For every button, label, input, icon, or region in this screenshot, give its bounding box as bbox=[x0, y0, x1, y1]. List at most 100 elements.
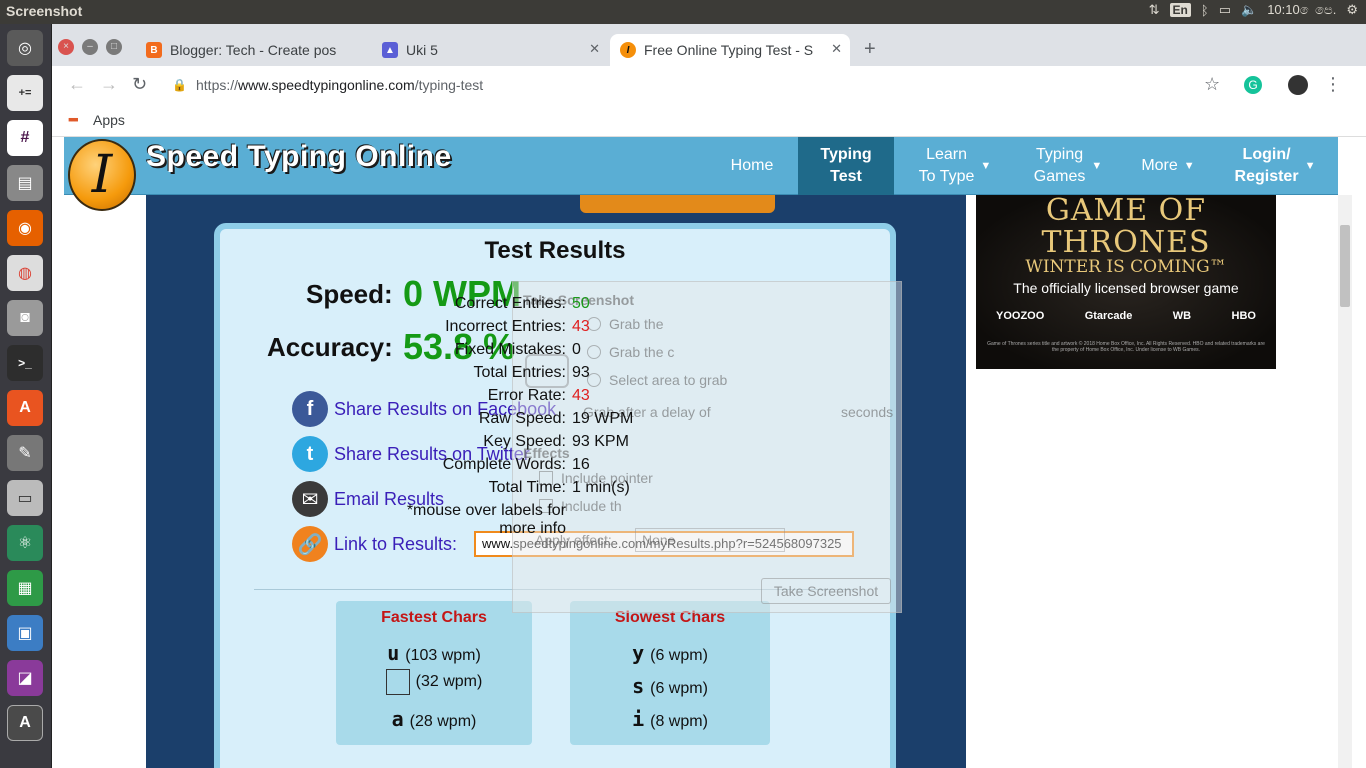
grammarly-icon[interactable]: G bbox=[1244, 76, 1262, 94]
stat-label[interactable]: Complete Words: bbox=[443, 456, 566, 474]
network-icon[interactable]: ⇅ bbox=[1149, 2, 1160, 18]
note-line: *mouse over labels for bbox=[406, 502, 566, 519]
calculator-icon[interactable]: += bbox=[7, 75, 43, 111]
apps-grid-icon[interactable]: ▪▪▪ bbox=[68, 111, 79, 127]
nav-learn-to-type[interactable]: Learn To Type ▼ bbox=[910, 137, 1000, 195]
tab-title: Blogger: Tech - Create pos bbox=[170, 42, 337, 58]
address-bar[interactable]: 🔒 https://www.speedtypingonline.com/typi… bbox=[164, 70, 1314, 100]
nav-typing-games[interactable]: Typing Games ▼ bbox=[1024, 137, 1112, 195]
bluetooth-icon[interactable]: ᛒ bbox=[1201, 3, 1209, 18]
page-scrollbar[interactable] bbox=[1338, 195, 1352, 768]
close-window-icon[interactable]: × bbox=[58, 39, 74, 55]
gear-icon[interactable]: ⚙ bbox=[1346, 2, 1358, 18]
stat-value: 93 KPM bbox=[572, 433, 629, 450]
stat-label[interactable]: Total Entries: bbox=[474, 364, 566, 382]
take-screenshot-button[interactable]: Take Screenshot bbox=[761, 578, 891, 604]
nav-label: Register bbox=[1234, 168, 1299, 185]
updater-icon[interactable]: A bbox=[7, 705, 43, 741]
slack-icon[interactable]: # bbox=[7, 120, 43, 156]
char-rate: (32 wpm) bbox=[415, 673, 483, 691]
nav-more[interactable]: More ▼ bbox=[1130, 137, 1206, 195]
spreadsheet-icon[interactable]: ▦ bbox=[7, 570, 43, 606]
profile-avatar[interactable] bbox=[1288, 75, 1308, 95]
stat-value: 93 bbox=[572, 364, 590, 381]
stat-label[interactable]: Fixed Mistakes: bbox=[455, 341, 566, 359]
minimize-window-icon[interactable]: – bbox=[82, 39, 98, 55]
active-app-name: Screenshot bbox=[6, 3, 83, 19]
twitter-icon[interactable]: t bbox=[292, 436, 328, 472]
clock[interactable]: 10:10 ෙපෙ. bbox=[1267, 2, 1336, 18]
dash-icon[interactable]: ◎ bbox=[7, 30, 43, 66]
nav-label: Typing bbox=[820, 146, 872, 163]
stat-label[interactable]: Error Rate: bbox=[488, 387, 566, 405]
close-tab-icon[interactable]: ✕ bbox=[831, 41, 842, 57]
drive-icon[interactable]: ▭ bbox=[7, 480, 43, 516]
slowest-char-row: s (6 wpm) bbox=[570, 674, 770, 698]
fastest-char-row: (32 wpm) bbox=[336, 669, 532, 695]
yoozoo-logo: YOOZOO bbox=[996, 310, 1045, 322]
site-logo-icon[interactable]: I bbox=[68, 139, 136, 211]
atom-icon[interactable]: ⚛ bbox=[7, 525, 43, 561]
files-icon[interactable]: ▤ bbox=[7, 165, 43, 201]
personalize-results-button[interactable] bbox=[580, 193, 775, 213]
tab-blogger[interactable]: B Blogger: Tech - Create pos bbox=[136, 34, 370, 66]
settings-icon[interactable]: ✎ bbox=[7, 435, 43, 471]
site-logo-text[interactable]: Speed Typing Online bbox=[146, 140, 452, 174]
stat-label[interactable]: Raw Speed: bbox=[479, 410, 566, 428]
apps-bookmark[interactable]: Apps bbox=[93, 112, 125, 128]
slowest-char-row: y (6 wpm) bbox=[570, 641, 770, 665]
dropdown-arrow-icon: ▼ bbox=[1091, 160, 1103, 172]
char-glyph: y bbox=[632, 641, 645, 665]
volume-icon[interactable]: 🔈 bbox=[1241, 2, 1257, 18]
tab-uki[interactable]: ▲ Uki 5 ✕ bbox=[372, 34, 608, 66]
stat-label[interactable]: Correct Entries: bbox=[455, 295, 566, 313]
stat-label[interactable]: Total Time: bbox=[489, 479, 566, 497]
stat-value: 50 bbox=[572, 295, 590, 312]
keyboard-layout-indicator[interactable]: En bbox=[1169, 3, 1191, 17]
nav-login-register[interactable]: Login/Register ▼ bbox=[1220, 137, 1330, 195]
nav-home[interactable]: Home bbox=[708, 137, 796, 195]
screenshot-app-icon[interactable]: ◙ bbox=[7, 300, 43, 336]
nav-label: Typing bbox=[1035, 146, 1084, 163]
firefox-icon[interactable]: ◉ bbox=[7, 210, 43, 246]
results-title: Test Results bbox=[484, 237, 626, 264]
stat-row: Error Rate: 43 bbox=[432, 387, 732, 409]
lock-icon[interactable]: 🔒 bbox=[172, 70, 187, 100]
terminal-icon[interactable]: >_ bbox=[7, 345, 43, 381]
stat-label[interactable]: Key Speed: bbox=[483, 433, 566, 451]
software-center-icon[interactable]: A bbox=[7, 390, 43, 426]
back-icon[interactable]: ← bbox=[68, 74, 86, 95]
reload-icon[interactable]: ↻ bbox=[132, 74, 147, 95]
classroom-icon: ▲ bbox=[382, 42, 398, 58]
document-viewer-icon[interactable]: ▣ bbox=[7, 615, 43, 651]
facebook-icon[interactable]: f bbox=[292, 391, 328, 427]
stat-label[interactable]: Incorrect Entries: bbox=[445, 318, 566, 336]
new-tab-button[interactable]: + bbox=[864, 38, 876, 61]
email-icon[interactable]: ✉ bbox=[292, 481, 328, 517]
tab-typing-test[interactable]: I Free Online Typing Test - S ✕ bbox=[610, 34, 850, 66]
forward-icon[interactable]: → bbox=[100, 74, 118, 95]
nav-typing-test[interactable]: Typing Test bbox=[798, 137, 894, 195]
stat-value: 43 bbox=[572, 387, 590, 404]
ad-fine-print: Game of Thrones series title and artwork… bbox=[987, 341, 1265, 353]
maximize-window-icon[interactable]: □ bbox=[106, 39, 122, 55]
stat-row: Complete Words: 16 bbox=[432, 456, 732, 478]
menu-icon[interactable]: ⋮ bbox=[1324, 74, 1342, 95]
image-viewer-icon[interactable]: ◪ bbox=[7, 660, 43, 696]
stat-value: 19 WPM bbox=[572, 410, 634, 427]
ad-title: GAME OF THRONES bbox=[976, 195, 1276, 259]
dropdown-arrow-icon: ▼ bbox=[980, 160, 992, 172]
star-icon[interactable]: ☆ bbox=[1204, 74, 1220, 95]
fastest-char-row: u (103 wpm) bbox=[336, 641, 532, 665]
nav-label: Login/ bbox=[1242, 146, 1291, 163]
close-tab-icon[interactable]: ✕ bbox=[589, 41, 600, 57]
browser-window: × – □ B Blogger: Tech - Create pos ▲ Uki… bbox=[52, 24, 1366, 768]
game-of-thrones-ad[interactable]: GAME OF THRONES WINTER IS COMING™ The off… bbox=[976, 195, 1276, 369]
chrome-icon[interactable]: ◍ bbox=[7, 255, 43, 291]
char-rate: (6 wpm) bbox=[650, 647, 708, 664]
nav-label-group: Login/Register bbox=[1235, 144, 1299, 188]
dropdown-arrow-icon: ▼ bbox=[1183, 160, 1195, 172]
slowest-chars-box: Slowest Chars y (6 wpm) s (6 wpm) i (8 wpm) bbox=[570, 601, 770, 745]
scrollbar-thumb[interactable] bbox=[1340, 225, 1350, 307]
battery-icon[interactable]: ▭ bbox=[1219, 2, 1231, 18]
